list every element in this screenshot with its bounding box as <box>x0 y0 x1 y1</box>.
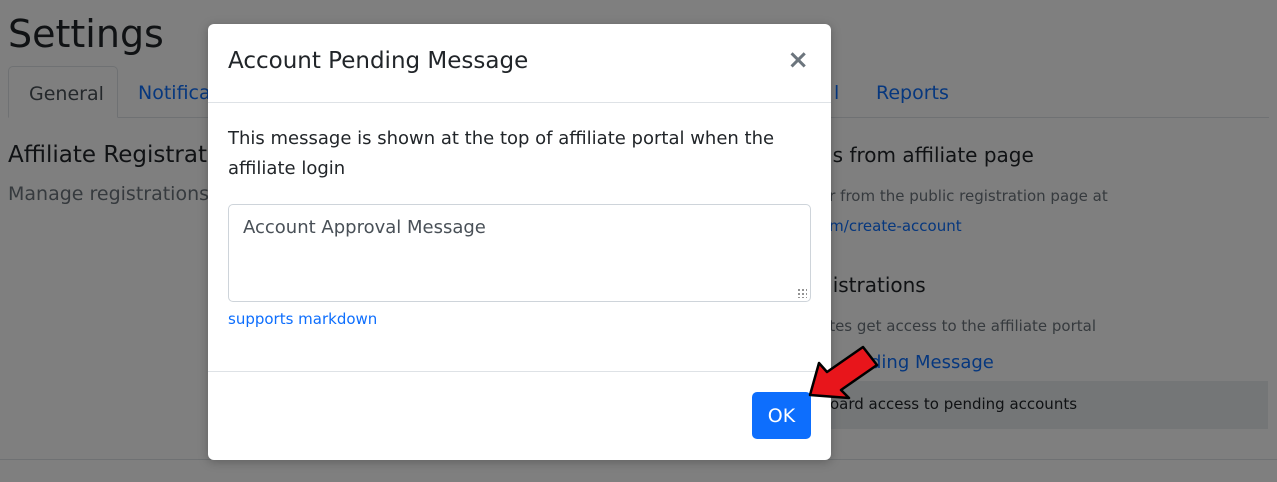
message-textarea[interactable]: Account Approval Message <box>228 204 811 302</box>
modal-body: This message is shown at the top of affi… <box>228 124 811 328</box>
resize-grip-icon[interactable] <box>797 288 807 298</box>
red-arrow-icon <box>808 345 879 400</box>
account-pending-message-modal: Account Pending Message × This message i… <box>208 24 831 460</box>
modal-footer: OK <box>208 371 831 460</box>
textarea-value: Account Approval Message <box>243 217 486 238</box>
ok-button[interactable]: OK <box>752 392 811 439</box>
modal-title: Account Pending Message <box>228 48 529 74</box>
modal-header: Account Pending Message × <box>208 24 831 103</box>
close-icon[interactable]: × <box>787 46 809 74</box>
markdown-hint: supports markdown <box>228 310 378 328</box>
modal-description: This message is shown at the top of affi… <box>228 128 775 179</box>
